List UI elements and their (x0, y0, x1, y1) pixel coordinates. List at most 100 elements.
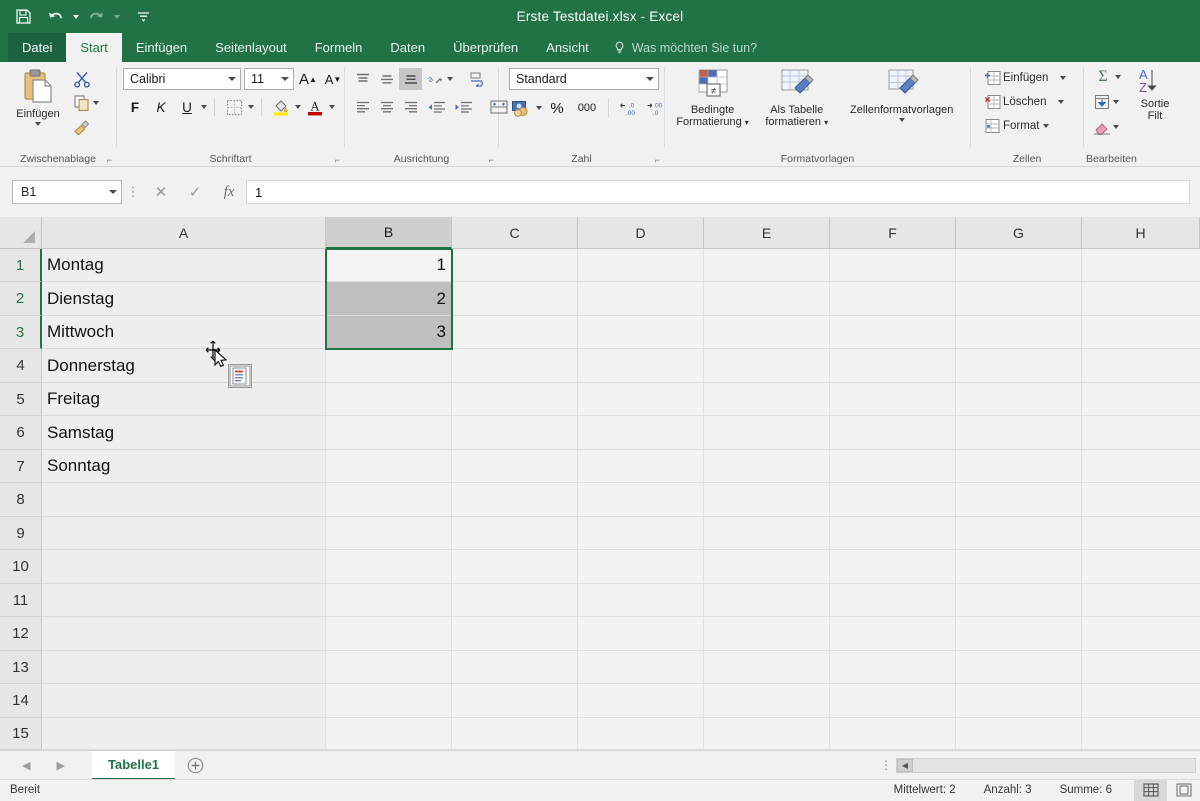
cell-E4[interactable] (704, 349, 830, 383)
cell-C2[interactable] (452, 282, 578, 316)
cell-C6[interactable] (452, 416, 578, 450)
cell-A12[interactable] (42, 617, 326, 651)
underline-dropdown-icon[interactable] (201, 105, 207, 109)
currency-dropdown-icon[interactable] (536, 106, 542, 110)
row-header-9[interactable]: 9 (0, 517, 42, 550)
column-header-F[interactable]: F (830, 217, 956, 249)
cell-D15[interactable] (578, 718, 704, 750)
cell-H3[interactable] (1082, 316, 1200, 349)
font-color-dropdown-icon[interactable] (329, 105, 335, 109)
number-dialog-launcher[interactable]: ⌐ (655, 155, 660, 165)
font-dialog-launcher[interactable]: ⌐ (335, 155, 340, 165)
cell-E14[interactable] (704, 684, 830, 718)
cell-F1[interactable] (830, 249, 956, 282)
cut-button[interactable] (70, 68, 102, 90)
cell-E3[interactable] (704, 316, 830, 349)
cell-H7[interactable] (1082, 450, 1200, 483)
cell-C12[interactable] (452, 617, 578, 651)
cell-C5[interactable] (452, 383, 578, 416)
borders-button[interactable] (222, 96, 246, 118)
cell-C7[interactable] (452, 450, 578, 483)
name-box[interactable]: B1 (12, 180, 122, 204)
decrease-indent-button[interactable] (423, 96, 449, 118)
next-sheet-button[interactable]: ▶ (56, 759, 64, 772)
status-average[interactable]: Mittelwert: 2 (880, 784, 970, 796)
font-family-combo[interactable]: Calibri (123, 68, 241, 90)
cell-A4[interactable]: Donnerstag (42, 349, 326, 383)
cell-B15[interactable] (326, 718, 452, 750)
row-header-1[interactable]: 1 (0, 249, 42, 282)
cell-H4[interactable] (1082, 349, 1200, 383)
cancel-entry-button[interactable]: ✕ (144, 180, 178, 204)
status-sum[interactable]: Summe: 6 (1046, 784, 1134, 796)
cell-E6[interactable] (704, 416, 830, 450)
alignment-dialog-launcher[interactable]: ⌐ (489, 155, 494, 165)
row-header-6[interactable]: 6 (0, 416, 42, 450)
fill-color-button[interactable] (269, 96, 293, 118)
cell-C10[interactable] (452, 550, 578, 584)
cell-D5[interactable] (578, 383, 704, 416)
clear-button[interactable] (1090, 116, 1124, 138)
insert-cells-button[interactable]: Einfügen (981, 67, 1069, 89)
cell-styles-button[interactable]: Zellenformatvorlagen (839, 66, 964, 122)
cell-F5[interactable] (830, 383, 956, 416)
borders-dropdown-icon[interactable] (248, 105, 254, 109)
cell-E8[interactable] (704, 483, 830, 517)
cell-G14[interactable] (956, 684, 1082, 718)
copy-dropdown-icon[interactable] (93, 101, 99, 105)
align-middle-button[interactable] (375, 68, 398, 90)
cell-F2[interactable] (830, 282, 956, 316)
cell-B2[interactable]: 2 (326, 282, 452, 316)
align-center-button[interactable] (375, 96, 398, 118)
row-header-13[interactable]: 13 (0, 651, 42, 684)
row-header-12[interactable]: 12 (0, 617, 42, 651)
autosum-dropdown-icon[interactable] (1115, 75, 1121, 79)
currency-format-button[interactable] (509, 97, 533, 119)
cell-B10[interactable] (326, 550, 452, 584)
orientation-button[interactable]: a (423, 68, 446, 90)
cell-A13[interactable] (42, 651, 326, 684)
row-header-2[interactable]: 2 (0, 282, 42, 316)
tab-ansicht[interactable]: Ansicht (532, 33, 603, 62)
format-painter-button[interactable] (70, 116, 102, 138)
cell-C4[interactable] (452, 349, 578, 383)
tab-start[interactable]: Start (66, 33, 122, 62)
normal-view-icon[interactable] (1134, 779, 1167, 801)
orientation-dropdown-icon[interactable] (447, 77, 453, 81)
italic-button[interactable]: K (149, 96, 173, 118)
cell-F4[interactable] (830, 349, 956, 383)
align-bottom-button[interactable] (399, 68, 422, 90)
number-format-combo[interactable]: Standard (509, 68, 659, 90)
cell-G7[interactable] (956, 450, 1082, 483)
font-color-button[interactable]: A (303, 96, 327, 118)
cell-F7[interactable] (830, 450, 956, 483)
increase-indent-button[interactable] (450, 96, 476, 118)
cell-G9[interactable] (956, 517, 1082, 550)
tab-einfuegen[interactable]: Einfügen (122, 33, 201, 62)
tab-ueberpruefen[interactable]: Überprüfen (439, 33, 532, 62)
cell-C11[interactable] (452, 584, 578, 617)
cell-B6[interactable] (326, 416, 452, 450)
cell-D10[interactable] (578, 550, 704, 584)
cell-H13[interactable] (1082, 651, 1200, 684)
cell-A3[interactable]: Mittwoch (42, 316, 326, 349)
cell-G6[interactable] (956, 416, 1082, 450)
paste-options-icon[interactable] (228, 364, 252, 388)
cell-B12[interactable] (326, 617, 452, 651)
format-cells-dropdown-icon[interactable] (1043, 124, 1050, 128)
cell-B7[interactable] (326, 450, 452, 483)
cell-E10[interactable] (704, 550, 830, 584)
cell-E9[interactable] (704, 517, 830, 550)
cell-G11[interactable] (956, 584, 1082, 617)
row-header-8[interactable]: 8 (0, 483, 42, 517)
cell-E2[interactable] (704, 282, 830, 316)
formula-input[interactable]: 1 (246, 180, 1190, 204)
cell-B8[interactable] (326, 483, 452, 517)
cell-C8[interactable] (452, 483, 578, 517)
accept-entry-button[interactable]: ✓ (178, 180, 212, 204)
cell-C14[interactable] (452, 684, 578, 718)
cell-E12[interactable] (704, 617, 830, 651)
cell-B1[interactable]: 1 (326, 249, 452, 282)
cell-H9[interactable] (1082, 517, 1200, 550)
font-size-combo[interactable]: 11 (244, 68, 294, 90)
